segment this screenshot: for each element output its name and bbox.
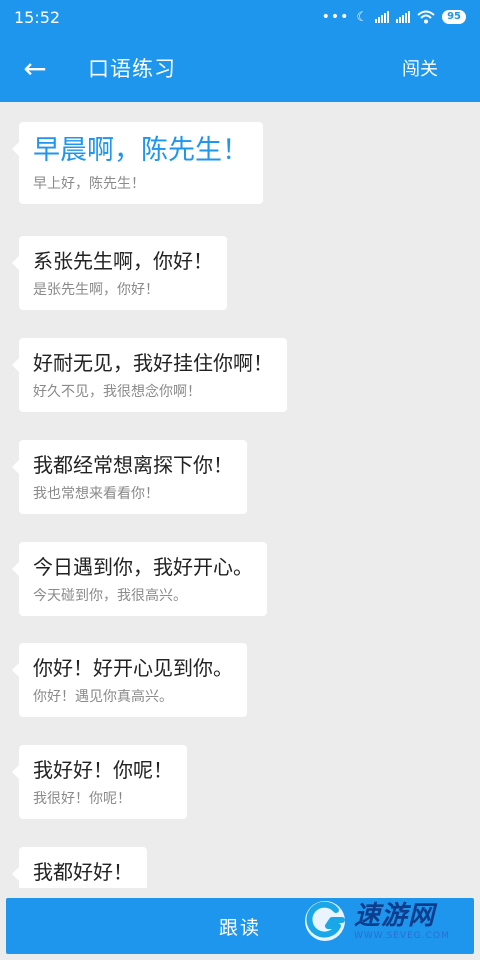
dialogue-bubble[interactable]: 你好！好开心见到你。 你好！遇见你真高兴。 (12, 643, 247, 717)
cantonese-line: 今日遇到你，我好开心。 (33, 555, 253, 579)
wifi-icon (417, 10, 435, 24)
watermark-url: WWW.SEVEG.COM (354, 931, 450, 941)
mandarin-line: 早上好，陈先生！ (33, 176, 145, 192)
mandarin-line: 今天碰到你，我很高兴。 (33, 588, 187, 604)
dialogue-bubble[interactable]: 好耐无见，我好挂住你啊！ 好久不见，我很想念你啊！ (12, 338, 287, 412)
dialogue-bubble[interactable]: 我都好好！ (12, 847, 147, 888)
mandarin-line: 好久不见，我很想念你啊！ (33, 384, 201, 400)
logo-icon (305, 901, 345, 941)
dialogue-bubble[interactable]: 系张先生啊，你好！ 是张先生啊，你好！ (12, 236, 227, 310)
more-dots-icon: ••• (321, 9, 350, 25)
dialogue-bubble[interactable]: 早晨啊，陈先生！ 早上好，陈先生！ (12, 122, 263, 204)
mandarin-line: 是张先生啊，你好！ (33, 282, 159, 298)
cantonese-line: 我都好好！ (33, 860, 133, 884)
cantonese-line: 早晨啊，陈先生！ (33, 135, 249, 166)
dialogue-bubble[interactable]: 我都经常想离探下你！ 我也常想来看看你！ (12, 440, 247, 514)
cantonese-line: 我好好！你呢！ (33, 758, 173, 782)
dialogue-bubble[interactable]: 今日遇到你，我好开心。 今天碰到你，我很高兴。 (12, 542, 267, 616)
watermark-title: 速游网 (354, 901, 436, 931)
cantonese-line: 系张先生啊，你好！ (33, 249, 213, 273)
mandarin-line: 你好！遇见你真高兴。 (33, 689, 173, 705)
status-bar: 15:52 ••• ☾ 95 (0, 0, 480, 34)
app-bar: ← 口语练习 闯关 (0, 34, 480, 102)
cantonese-line: 好耐无见，我好挂住你啊！ (33, 351, 273, 375)
cantonese-line: 我都经常想离探下你！ (33, 453, 233, 477)
signal-icon-2 (396, 11, 411, 23)
site-watermark: 速游网 WWW.SEVEG.COM (302, 894, 474, 948)
back-button[interactable]: ← (0, 34, 70, 102)
battery-icon: 95 (442, 10, 466, 24)
mandarin-line: 我很好！你呢！ (33, 791, 131, 807)
back-arrow-icon: ← (23, 51, 47, 85)
signal-icon-1 (375, 11, 390, 23)
status-icons: ••• ☾ 95 (322, 9, 466, 25)
challenge-button[interactable]: 闯关 (402, 55, 438, 81)
page-title: 口语练习 (88, 57, 176, 81)
dialogue-bubble[interactable]: 我好好！你呢！ 我很好！你呢！ (12, 745, 187, 819)
cantonese-line: 你好！好开心见到你。 (33, 656, 233, 680)
dialogue-list[interactable]: 早晨啊，陈先生！ 早上好，陈先生！ 系张先生啊，你好！ 是张先生啊，你好！ 好耐… (0, 102, 480, 888)
moon-icon: ☾ (356, 9, 369, 25)
status-time: 15:52 (14, 7, 61, 27)
mandarin-line: 我也常想来看看你！ (33, 486, 159, 502)
